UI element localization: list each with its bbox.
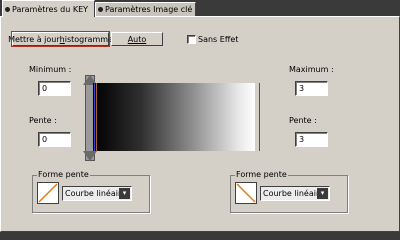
histogram-gradient xyxy=(81,75,271,161)
maximum-field[interactable]: 3 xyxy=(295,81,328,96)
left-slope-label: Pente : xyxy=(29,116,57,125)
button-label: Auto xyxy=(127,34,147,44)
tab-label: Paramètres du KEY xyxy=(12,4,89,14)
linear-curve-icon xyxy=(235,182,257,204)
left-curve-select[interactable]: Courbe linéaire ▾ xyxy=(62,186,132,201)
linear-curve-icon xyxy=(37,182,59,204)
tab-keyframe-settings[interactable]: Paramètres Image clé xyxy=(95,2,196,16)
button-label: Mettre à jour xyxy=(8,34,60,44)
no-effect-checkbox[interactable] xyxy=(187,35,196,44)
no-effect-label: Sans Effet xyxy=(198,35,239,44)
chevron-down-icon[interactable]: ▾ xyxy=(119,188,130,199)
button-label: istogramme xyxy=(64,34,113,44)
max-marker-line xyxy=(259,83,260,151)
min-marker-line xyxy=(94,83,95,151)
right-slope-label: Pente : xyxy=(289,116,317,125)
left-slope-shape-group: Forme pente Courbe linéaire ▾ xyxy=(32,170,150,213)
select-value: Courbe linéaire xyxy=(65,189,126,198)
right-slope-shape-group: Forme pente Courbe linéaire ▾ xyxy=(230,170,348,213)
settings-panel: Mettre à jour h istogramme Auto Sans Effe… xyxy=(0,16,400,232)
minimum-label: Minimum : xyxy=(29,65,72,74)
radio-dot-icon xyxy=(5,6,10,12)
tab-label: Paramètres Image clé xyxy=(105,5,193,14)
minimum-field[interactable]: 0 xyxy=(38,81,71,96)
slider-handle-bottom-icon[interactable] xyxy=(83,151,97,161)
maximum-label: Maximum : xyxy=(289,65,334,74)
auto-button[interactable]: Auto xyxy=(111,32,163,46)
right-curve-select[interactable]: Courbe linéaire ▾ xyxy=(260,186,330,201)
right-slope-field[interactable]: 3 xyxy=(295,132,328,147)
radio-dot-icon xyxy=(98,7,103,12)
tab-key-settings[interactable]: Paramètres du KEY xyxy=(2,0,95,17)
chevron-down-icon[interactable]: ▾ xyxy=(317,188,328,199)
group-title: Forme pente xyxy=(37,170,90,179)
min-slope-marker-line xyxy=(96,83,97,151)
left-slope-field[interactable]: 0 xyxy=(38,132,71,147)
group-title: Forme pente xyxy=(235,170,288,179)
update-histogram-button[interactable]: Mettre à jour h istogramme xyxy=(8,31,113,47)
tab-strip: Paramètres du KEY Paramètres Image clé xyxy=(0,0,400,17)
select-value: Courbe linéaire xyxy=(263,189,324,198)
gradient-bar xyxy=(93,83,255,151)
